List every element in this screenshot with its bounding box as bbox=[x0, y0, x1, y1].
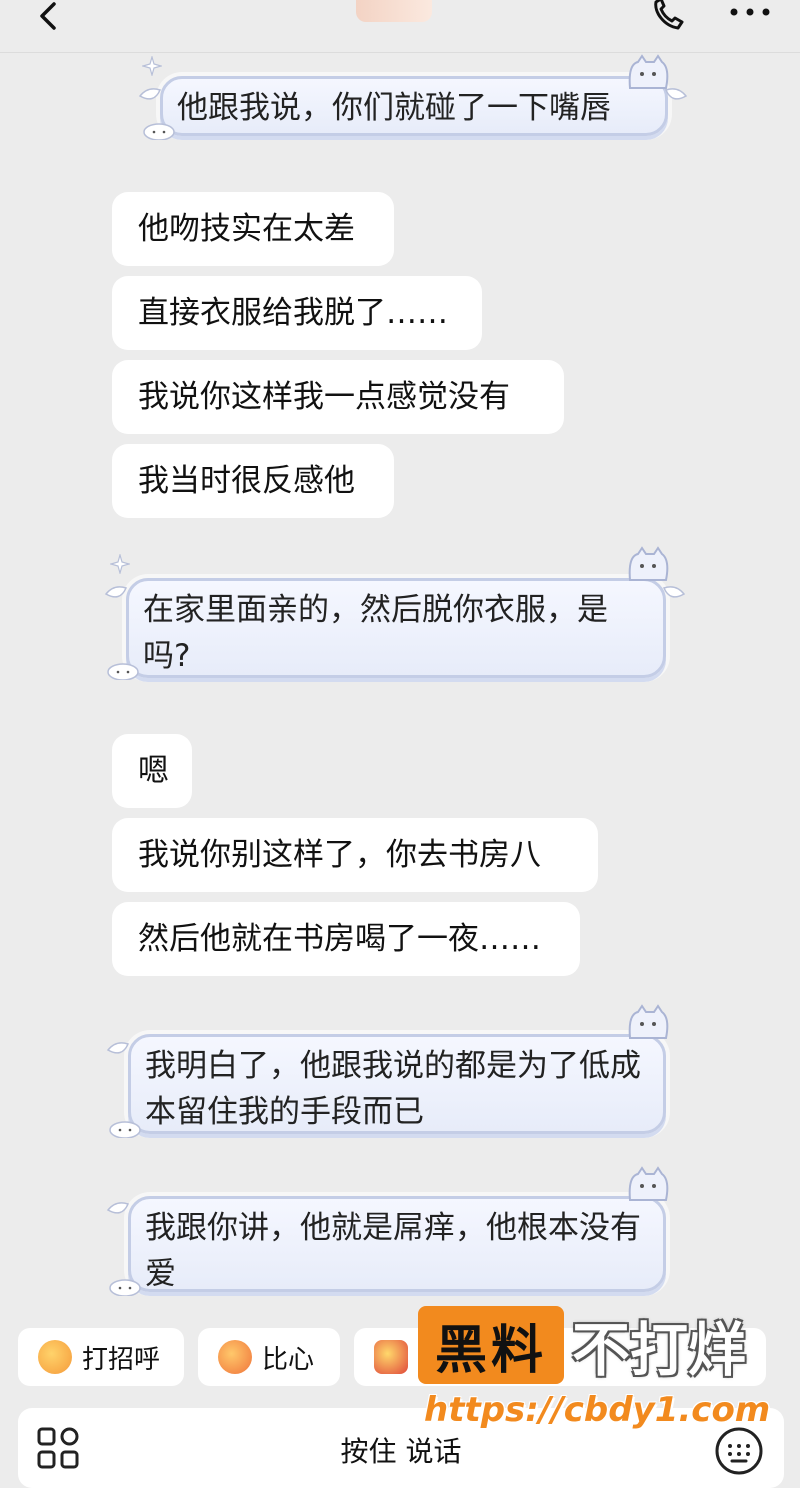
message-text: 他吻技实在太差 bbox=[138, 211, 355, 247]
sparkle-icon bbox=[110, 554, 130, 574]
quick-reply-greet[interactable]: 打招呼 bbox=[18, 1328, 184, 1386]
cat-sticker-icon bbox=[628, 1004, 669, 1039]
leaf-icon bbox=[106, 1042, 130, 1054]
back-arrow-icon[interactable] bbox=[30, 0, 70, 40]
message-bubble-received[interactable]: 然后他就在书房喝了一夜…… bbox=[112, 902, 580, 976]
leaf-icon bbox=[138, 88, 162, 100]
quick-reply-label: 打招呼 bbox=[82, 1344, 161, 1375]
quick-reply-heart[interactable]: 比心 bbox=[198, 1328, 340, 1386]
message-text: 嗯 bbox=[138, 753, 169, 789]
message-text: 我当时很反感他 bbox=[138, 463, 355, 499]
message-text: 我说你别这样了，你去书房八 bbox=[138, 837, 541, 873]
contact-avatar[interactable] bbox=[356, 0, 432, 22]
message-bubble-sent[interactable]: 我跟你讲，他就是屌痒，他根本没有爱 bbox=[128, 1196, 666, 1292]
quick-reply-label: 比心 bbox=[262, 1344, 315, 1375]
leaf-icon bbox=[664, 88, 688, 100]
bunny-face-icon bbox=[107, 663, 139, 680]
sparkle-icon bbox=[142, 56, 162, 76]
bunny-face-icon bbox=[109, 1279, 141, 1296]
message-bubble-received[interactable]: 嗯 bbox=[112, 734, 192, 808]
keyboard-icon[interactable] bbox=[714, 1426, 764, 1476]
cat-sticker-icon bbox=[628, 546, 669, 581]
message-text: 我明白了，他跟我说的都是为了低成本留住我的手段而已 bbox=[145, 1048, 641, 1130]
chat-header bbox=[0, 0, 800, 53]
wave-emoji-icon bbox=[38, 1340, 72, 1374]
message-bubble-received[interactable]: 我当时很反感他 bbox=[112, 444, 394, 518]
watermark-logo: 黑料 bbox=[418, 1306, 564, 1384]
more-options-icon[interactable] bbox=[726, 2, 774, 26]
bunny-face-icon bbox=[109, 1121, 141, 1138]
watermark-url: https://cbdy1.com bbox=[424, 1390, 771, 1430]
message-bubble-received[interactable]: 我说你这样我一点感觉没有 bbox=[112, 360, 564, 434]
cat-sticker-icon bbox=[628, 1166, 669, 1201]
watermark-text: 不打烊 bbox=[572, 1316, 747, 1384]
leaf-icon bbox=[662, 586, 686, 598]
leaf-icon bbox=[104, 586, 128, 598]
message-text: 他跟我说，你们就碰了一下嘴唇 bbox=[177, 90, 611, 126]
message-bubble-received[interactable]: 直接衣服给我脱了…… bbox=[112, 276, 482, 350]
message-text: 在家里面亲的，然后脱你衣服，是吗? bbox=[143, 592, 608, 674]
message-bubble-sent[interactable]: 在家里面亲的，然后脱你衣服，是吗? bbox=[126, 578, 666, 678]
message-bubble-received[interactable]: 我说你别这样了，你去书房八 bbox=[112, 818, 598, 892]
bunny-face-icon bbox=[143, 123, 175, 140]
phone-call-icon[interactable] bbox=[646, 0, 690, 38]
hold-to-talk-button[interactable]: 按住 说话 bbox=[18, 1430, 784, 1470]
message-text: 然后他就在书房喝了一夜…… bbox=[138, 921, 541, 957]
leaf-icon bbox=[106, 1202, 130, 1214]
heart-hands-emoji-icon bbox=[218, 1340, 252, 1374]
message-text: 我说你这样我一点感觉没有 bbox=[138, 379, 510, 415]
message-bubble-received[interactable]: 他吻技实在太差 bbox=[112, 192, 394, 266]
message-text: 直接衣服给我脱了…… bbox=[138, 295, 448, 331]
thumbs-up-emoji-icon bbox=[374, 1340, 408, 1374]
message-text: 我跟你讲，他就是屌痒，他根本没有爱 bbox=[145, 1210, 641, 1292]
message-bubble-sent[interactable]: 他跟我说，你们就碰了一下嘴唇 bbox=[160, 76, 668, 136]
message-bubble-sent[interactable]: 我明白了，他跟我说的都是为了低成本留住我的手段而已 bbox=[128, 1034, 666, 1134]
